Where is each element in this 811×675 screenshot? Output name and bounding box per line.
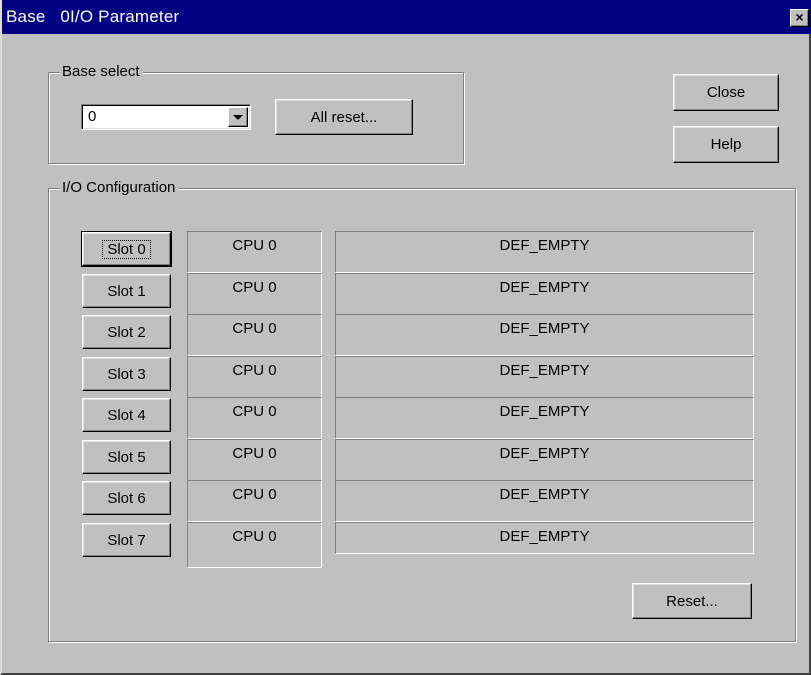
slot-button[interactable]: Slot 5 xyxy=(82,440,171,474)
slot-module-text: DEF_EMPTY xyxy=(499,320,590,337)
slot-button-label: Slot 2 xyxy=(107,323,146,341)
slot-module-field[interactable]: DEF_EMPTY xyxy=(335,522,754,554)
slot-module-field[interactable]: DEF_EMPTY xyxy=(335,439,754,481)
slot-button[interactable]: Slot 3 xyxy=(82,357,171,391)
base-select-legend: Base select xyxy=(60,63,143,81)
slot-module-text: DEF_EMPTY xyxy=(499,279,590,296)
slot-button[interactable]: Slot 7 xyxy=(82,523,171,557)
title-bar[interactable]: Base 0I/O Parameter × xyxy=(2,0,811,34)
slot-module-field[interactable]: DEF_EMPTY xyxy=(335,314,754,356)
slot-module-field[interactable]: DEF_EMPTY xyxy=(335,356,754,398)
slot-button[interactable]: Slot 6 xyxy=(82,481,171,515)
slot-cpu-field: CPU 0 xyxy=(187,273,322,315)
slot-cpu-text: CPU 0 xyxy=(232,445,277,462)
slot-button[interactable]: Slot 4 xyxy=(82,398,171,432)
help-button[interactable]: Help xyxy=(673,126,779,163)
slot-module-text: DEF_EMPTY xyxy=(499,237,590,254)
slot-button[interactable]: Slot 0 xyxy=(81,231,172,267)
all-reset-button[interactable]: All reset... xyxy=(275,99,413,135)
slot-module-field[interactable]: DEF_EMPTY xyxy=(335,231,754,273)
slot-cpu-text: CPU 0 xyxy=(232,320,277,337)
slot-cpu-text: CPU 0 xyxy=(232,279,277,296)
slot-cpu-field: CPU 0 xyxy=(187,480,322,522)
slot-button-label: Slot 5 xyxy=(107,448,146,466)
slot-cpu-field: CPU 0 xyxy=(187,397,322,439)
slot-cpu-field: CPU 0 xyxy=(187,356,322,398)
slot-button[interactable]: Slot 1 xyxy=(82,274,171,308)
slot-cpu-text: CPU 0 xyxy=(232,362,277,379)
base-select-value: 0 xyxy=(88,108,97,125)
slot-button[interactable]: Slot 2 xyxy=(82,315,171,349)
slot-module-text: DEF_EMPTY xyxy=(499,362,590,379)
slot-button-label: Slot 0 xyxy=(102,239,151,259)
slot-module-field[interactable]: DEF_EMPTY xyxy=(335,480,754,522)
slot-module-text: DEF_EMPTY xyxy=(499,403,590,420)
close-button[interactable]: Close xyxy=(673,74,779,111)
slot-button-label: Slot 7 xyxy=(107,531,146,549)
chevron-down-icon[interactable] xyxy=(228,107,248,127)
slot-button-label: Slot 6 xyxy=(107,489,146,507)
slot-module-field[interactable]: DEF_EMPTY xyxy=(335,273,754,315)
slot-cpu-field: CPU 0 xyxy=(187,314,322,356)
slot-cpu-text: CPU 0 xyxy=(232,237,277,254)
slot-cpu-text: CPU 0 xyxy=(232,528,277,545)
reset-button[interactable]: Reset... xyxy=(632,583,752,619)
slot-button-label: Slot 1 xyxy=(107,282,146,300)
base-select-combobox[interactable]: 0 xyxy=(81,104,251,130)
slot-module-text: DEF_EMPTY xyxy=(499,528,590,545)
slot-button-label: Slot 3 xyxy=(107,365,146,383)
base-io-parameter-dialog: Base 0I/O Parameter × Base select 0 All … xyxy=(0,0,811,675)
slot-module-field[interactable]: DEF_EMPTY xyxy=(335,397,754,439)
slot-module-text: DEF_EMPTY xyxy=(499,486,590,503)
slot-cpu-text: CPU 0 xyxy=(232,403,277,420)
slot-cpu-field: CPU 0 xyxy=(187,231,322,273)
slot-cpu-field: CPU 0 xyxy=(187,522,322,568)
slot-cpu-text: CPU 0 xyxy=(232,486,277,503)
slot-button-label: Slot 4 xyxy=(107,406,146,424)
slot-module-text: DEF_EMPTY xyxy=(499,445,590,462)
close-icon[interactable]: × xyxy=(790,9,809,27)
window-title: Base 0I/O Parameter xyxy=(6,7,180,26)
slot-cpu-field: CPU 0 xyxy=(187,439,322,481)
io-configuration-legend: I/O Configuration xyxy=(60,179,179,197)
